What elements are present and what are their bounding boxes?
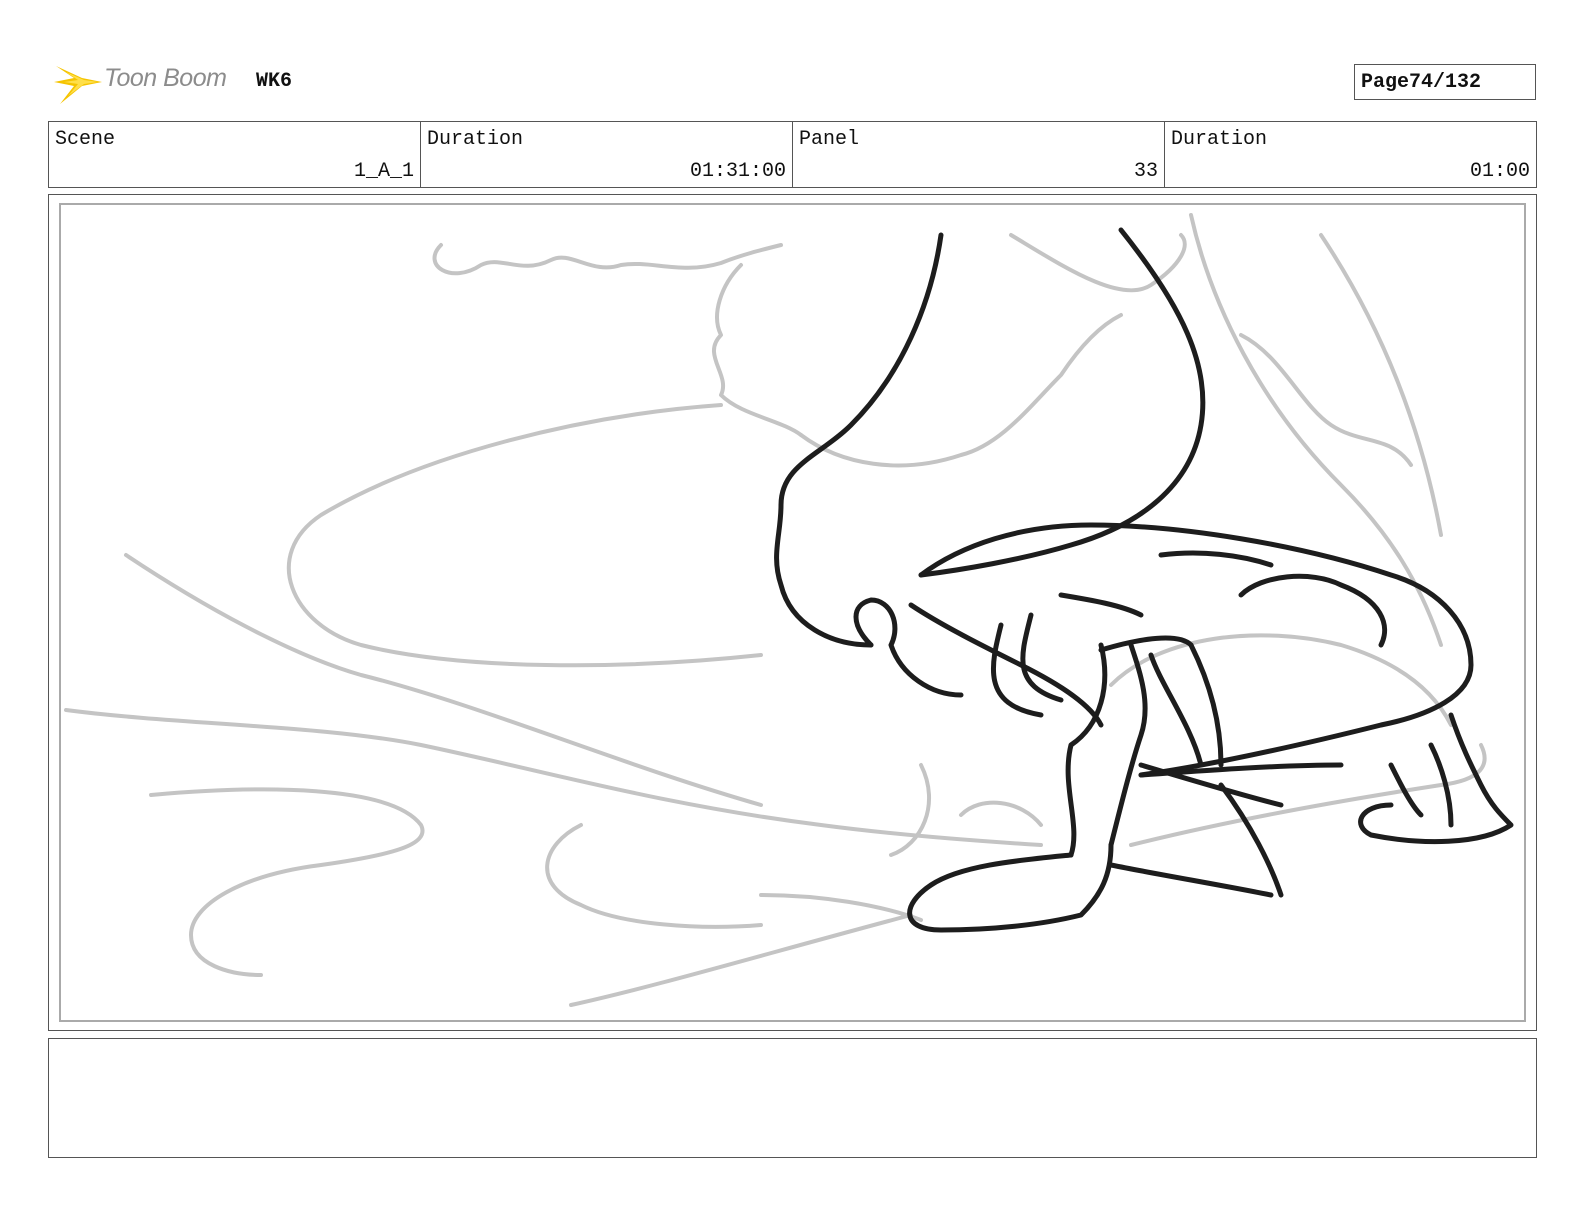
panel-value: 33 bbox=[1133, 160, 1158, 183]
panel-cell: Panel 33 bbox=[793, 122, 1165, 187]
project-title: WK6 bbox=[256, 70, 293, 93]
logo-text: Toon Boom bbox=[104, 64, 227, 92]
storyboard-panel bbox=[48, 194, 1537, 1031]
scene-duration-value: 01:31:00 bbox=[689, 160, 786, 183]
panel-label: Panel bbox=[799, 128, 860, 151]
panel-frame bbox=[59, 203, 1526, 1022]
page-number: 74/132 bbox=[1409, 70, 1482, 94]
toon-boom-logo: Toon Boom bbox=[52, 56, 242, 110]
panel-duration-cell: Duration 01:00 bbox=[1165, 122, 1536, 187]
scene-duration-label: Duration bbox=[427, 128, 524, 151]
logo-burst-icon bbox=[54, 66, 102, 104]
page-indicator: Page 74/132 bbox=[1354, 64, 1536, 100]
info-bar: Scene 1_A_1 Duration 01:31:00 Panel 33 D… bbox=[48, 121, 1537, 188]
scene-cell: Scene 1_A_1 bbox=[49, 122, 421, 187]
panel-duration-value: 01:00 bbox=[1469, 160, 1530, 183]
notes-box bbox=[48, 1038, 1537, 1158]
page-label: Page bbox=[1361, 70, 1410, 94]
scene-value: 1_A_1 bbox=[353, 160, 414, 183]
scene-label: Scene bbox=[55, 128, 116, 151]
scene-duration-cell: Duration 01:31:00 bbox=[421, 122, 793, 187]
character-sketch bbox=[774, 227, 1514, 933]
panel-sketch bbox=[64, 213, 1514, 1007]
background-sketch bbox=[64, 213, 1487, 1007]
panel-duration-label: Duration bbox=[1171, 128, 1268, 151]
